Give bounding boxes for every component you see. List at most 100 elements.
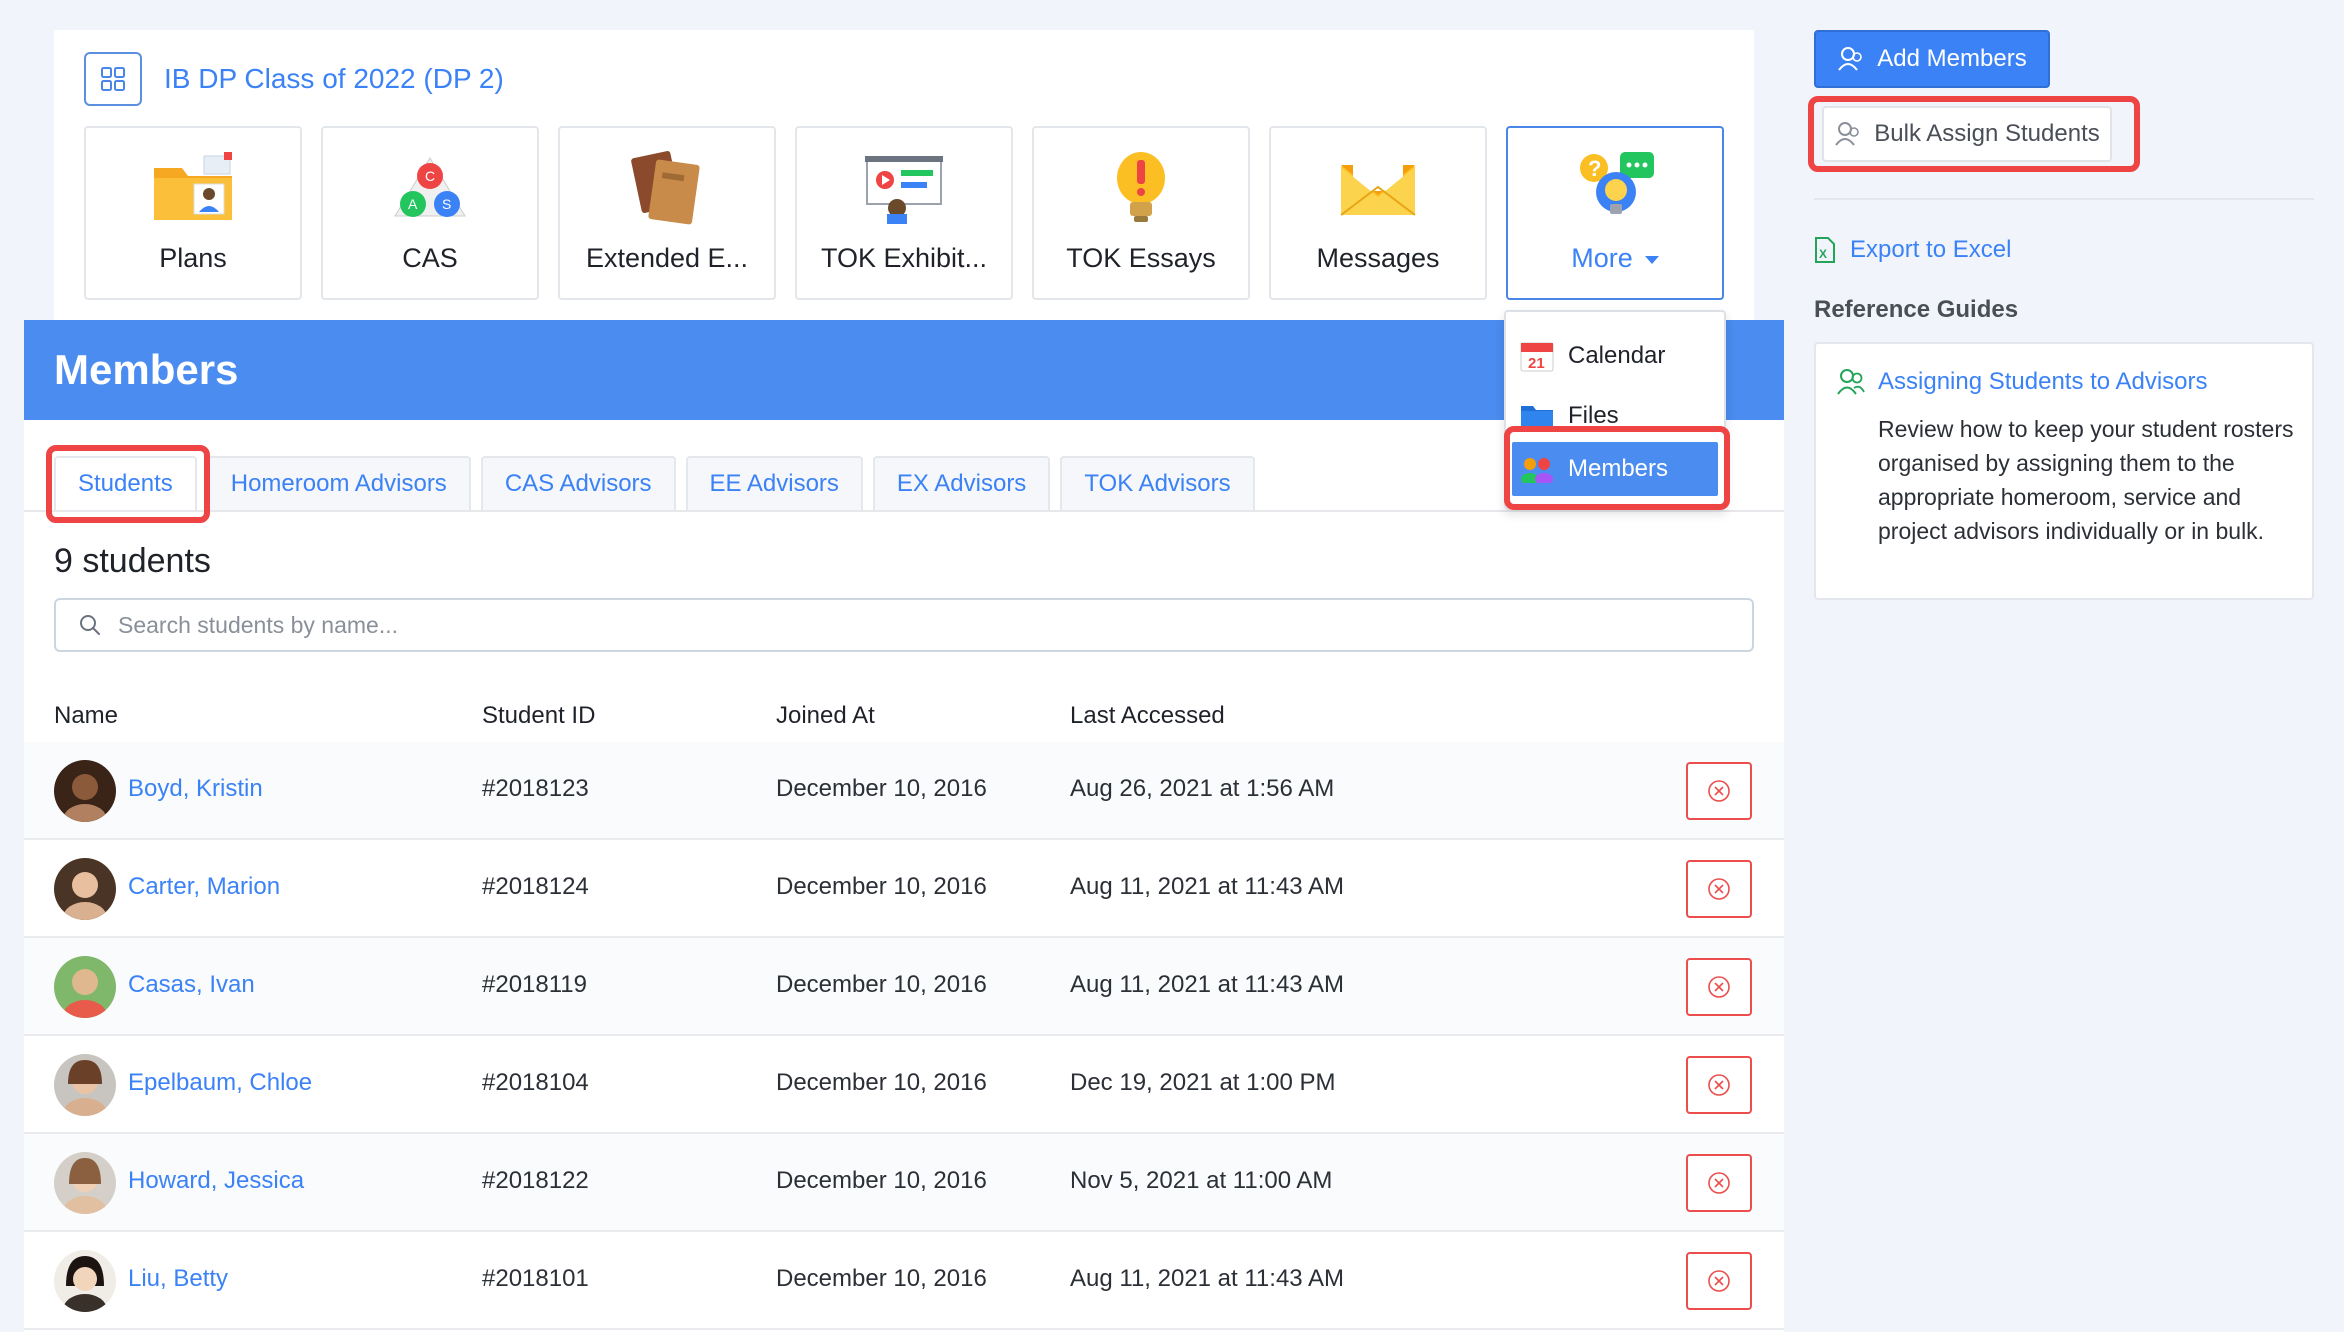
student-id: #2018119 xyxy=(482,971,587,998)
export-to-excel-link[interactable]: X Export to Excel xyxy=(1814,236,2011,264)
avatar xyxy=(54,956,116,1018)
avatar xyxy=(54,1250,116,1312)
remove-student-button[interactable] xyxy=(1686,958,1752,1016)
menu-item-members[interactable]: Members xyxy=(1512,442,1718,496)
guide-description: Review how to keep your student rosters … xyxy=(1878,416,2294,544)
table-row: Liu, Betty #2018101 December 10, 2016 Au… xyxy=(24,1232,1784,1330)
student-name-link[interactable]: Casas, Ivan xyxy=(128,971,255,999)
tab-ex-advisors[interactable]: EX Advisors xyxy=(872,456,1051,510)
table-header: Name Student ID Joined At Last Accessed xyxy=(24,690,1784,750)
last-accessed: Aug 11, 2021 at 11:43 AM xyxy=(1070,971,1344,998)
avatar xyxy=(54,1152,116,1214)
tok-essays-lightbulb-icon xyxy=(1096,148,1186,228)
tile-label: Messages xyxy=(1316,243,1440,273)
tile-label: TOK Essays xyxy=(1066,243,1216,273)
add-members-button[interactable]: Add Members xyxy=(1814,30,2050,88)
table-row: Howard, Jessica #2018122 December 10, 20… xyxy=(24,1134,1784,1232)
column-header-name: Name xyxy=(54,702,119,729)
remove-student-button[interactable] xyxy=(1686,1252,1752,1310)
search-input[interactable] xyxy=(118,611,1618,639)
cas-triangle-icon: C A S xyxy=(385,148,475,228)
joined-at: December 10, 2016 xyxy=(776,1167,987,1194)
remove-student-button[interactable] xyxy=(1686,1056,1752,1114)
menu-item-label: Calendar xyxy=(1568,342,1666,369)
tile-messages[interactable]: Messages xyxy=(1269,126,1487,300)
table-row: Casas, Ivan #2018119 December 10, 2016 A… xyxy=(24,938,1784,1036)
search-box xyxy=(54,598,1754,652)
joined-at: December 10, 2016 xyxy=(776,775,987,802)
remove-student-button[interactable] xyxy=(1686,1154,1752,1212)
sidebar-divider xyxy=(1814,198,2314,200)
users-icon xyxy=(1835,122,1860,146)
add-members-label: Add Members xyxy=(1877,45,2027,72)
tile-label: Extended E... xyxy=(585,243,749,273)
last-accessed: Nov 5, 2021 at 11:00 AM xyxy=(1070,1167,1333,1194)
more-label: More xyxy=(1571,243,1633,273)
menu-item-files[interactable]: Files xyxy=(1520,392,1619,440)
plans-folder-icon xyxy=(148,148,238,228)
bulk-assign-students-button[interactable]: Bulk Assign Students xyxy=(1822,106,2112,162)
tab-homeroom-advisors[interactable]: Homeroom Advisors xyxy=(206,456,471,510)
joined-at: December 10, 2016 xyxy=(776,1265,987,1292)
tile-cas[interactable]: C A S CAS xyxy=(321,126,539,300)
remove-circle-icon xyxy=(1708,780,1730,802)
tile-tok-exhibit[interactable]: TOK Exhibit... xyxy=(795,126,1013,300)
remove-circle-icon xyxy=(1708,1074,1730,1096)
tile-tok-essays[interactable]: TOK Essays xyxy=(1032,126,1250,300)
table-row: Carter, Marion #2018124 December 10, 201… xyxy=(24,840,1784,938)
avatar xyxy=(54,858,116,920)
menu-item-calendar[interactable]: 21 Calendar xyxy=(1520,332,1665,380)
student-id: #2018122 xyxy=(482,1167,589,1194)
tab-tok-advisors[interactable]: TOK Advisors xyxy=(1060,456,1255,510)
remove-student-button[interactable] xyxy=(1686,762,1752,820)
tile-label: More xyxy=(1508,243,1722,274)
remove-circle-icon xyxy=(1708,976,1730,998)
messages-envelope-icon xyxy=(1333,148,1423,228)
add-user-icon xyxy=(1838,47,1863,71)
remove-circle-icon xyxy=(1708,1172,1730,1194)
tab-ee-advisors[interactable]: EE Advisors xyxy=(685,456,863,510)
tab-cas-advisors[interactable]: CAS Advisors xyxy=(480,456,676,510)
student-id: #2018124 xyxy=(482,873,589,900)
student-name-link[interactable]: Carter, Marion xyxy=(128,873,280,901)
search-icon xyxy=(80,615,100,635)
class-title[interactable]: IB DP Class of 2022 (DP 2) xyxy=(164,63,504,95)
folder-icon xyxy=(1520,399,1554,433)
student-count: 9 students xyxy=(54,542,211,580)
menu-item-label: Members xyxy=(1568,455,1669,482)
student-name-link[interactable]: Boyd, Kristin xyxy=(128,775,263,803)
reference-guides-heading: Reference Guides xyxy=(1814,296,2019,323)
class-card: IB DP Class of 2022 (DP 2) Plans C A S C… xyxy=(54,30,1754,330)
more-dropdown-menu: 21 Calendar Files Members xyxy=(1504,310,1726,510)
avatar xyxy=(54,760,116,822)
grid-menu-button[interactable] xyxy=(84,52,142,106)
members-panel: Students Homeroom Advisors CAS Advisors … xyxy=(24,420,1784,1332)
remove-circle-icon xyxy=(1708,878,1730,900)
svg-text:S: S xyxy=(442,196,451,212)
svg-text:X: X xyxy=(1819,247,1827,261)
svg-text:?: ? xyxy=(1588,156,1601,181)
tab-students[interactable]: Students xyxy=(54,456,197,510)
member-tabs: Students Homeroom Advisors CAS Advisors … xyxy=(54,456,1265,510)
menu-item-label: Files xyxy=(1568,402,1619,429)
tile-extended-essay[interactable]: Extended E... xyxy=(558,126,776,300)
joined-at: December 10, 2016 xyxy=(776,1069,987,1096)
joined-at: December 10, 2016 xyxy=(776,873,987,900)
student-name-link[interactable]: Howard, Jessica xyxy=(128,1167,304,1195)
student-id: #2018101 xyxy=(482,1265,589,1292)
table-row: Epelbaum, Chloe #2018104 December 10, 20… xyxy=(24,1036,1784,1134)
tile-more[interactable]: ? More xyxy=(1506,126,1724,300)
tile-label: Plans xyxy=(159,243,227,273)
svg-text:A: A xyxy=(408,196,418,212)
last-accessed: Dec 19, 2021 at 1:00 PM xyxy=(1070,1069,1336,1096)
module-tiles: Plans C A S CAS Extended E... TOK Exhibi… xyxy=(84,126,1743,300)
student-name-link[interactable]: Epelbaum, Chloe xyxy=(128,1069,312,1097)
guide-link[interactable]: Assigning Students to Advisors xyxy=(1878,368,2208,396)
calendar-icon: 21 xyxy=(1520,339,1554,373)
student-name-link[interactable]: Liu, Betty xyxy=(128,1265,228,1293)
tabs-divider xyxy=(24,510,1784,512)
bulk-assign-label: Bulk Assign Students xyxy=(1874,120,2100,147)
tile-plans[interactable]: Plans xyxy=(84,126,302,300)
tok-exhibit-presentation-icon xyxy=(859,148,949,228)
remove-student-button[interactable] xyxy=(1686,860,1752,918)
